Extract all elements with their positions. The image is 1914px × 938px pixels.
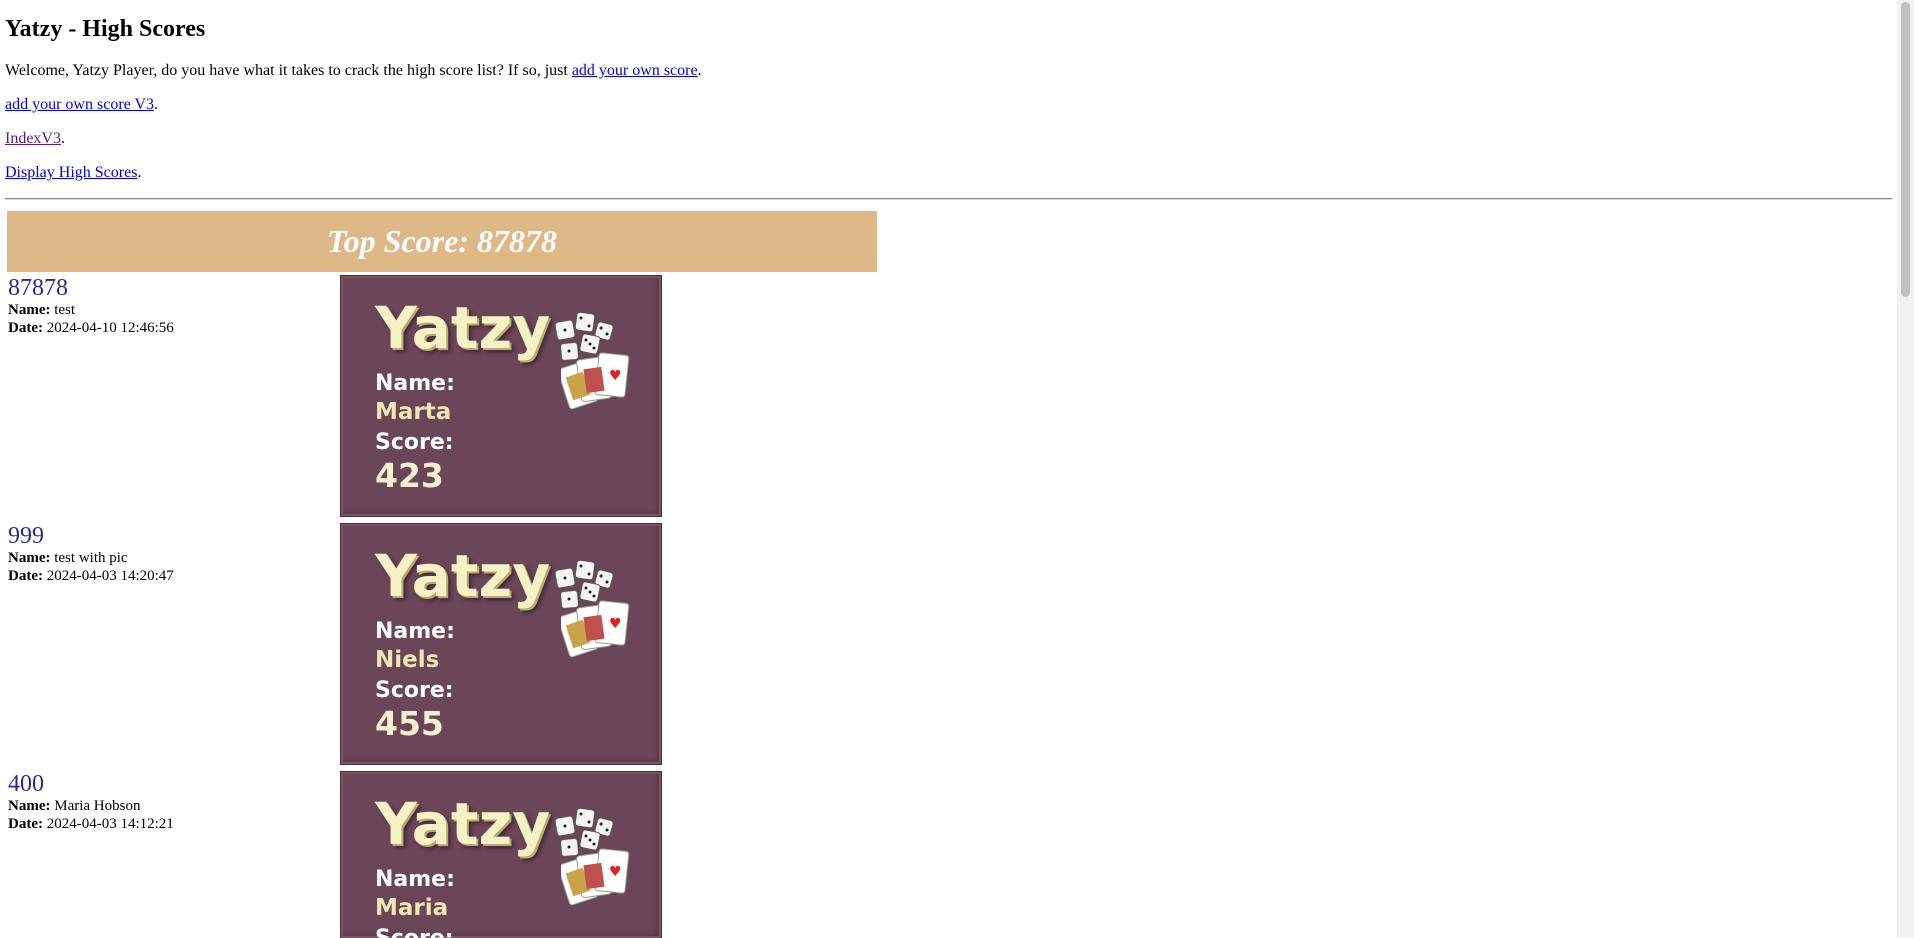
score-entry: 999 Name: test with pic Date: 2024-04-03…	[8, 523, 174, 585]
date-label: Date:	[8, 816, 43, 832]
name-label: Name:	[8, 550, 51, 566]
card-name-value: Marta	[375, 399, 452, 425]
add-score-link[interactable]: add your own score	[572, 62, 698, 79]
entry-score: 999	[8, 523, 44, 549]
entry-name-row: Name: test with pic	[8, 549, 174, 567]
svg-text:♥: ♥	[609, 368, 622, 384]
entry-score: 87878	[8, 275, 68, 301]
entry-name-row: Name: Maria Hobson	[8, 797, 174, 815]
yatzy-logo: Yatzy	[375, 294, 551, 362]
period: .	[137, 164, 142, 181]
index-v3-link[interactable]: IndexV3	[5, 130, 61, 147]
welcome-text: Welcome, Yatzy Player, do you have what …	[5, 62, 572, 79]
svg-text:♥: ♥	[609, 616, 622, 632]
date-label: Date:	[8, 568, 43, 584]
date-label: Date:	[8, 320, 43, 336]
top-score-banner: Top Score: 87878	[7, 211, 877, 272]
period: .	[154, 96, 159, 113]
card-name-label: Name:	[375, 867, 455, 892]
add-score-v3-paragraph: add your own score V3.	[5, 95, 158, 115]
display-high-scores-paragraph: Display High Scores.	[5, 163, 141, 183]
card-name-value: Niels	[375, 647, 440, 673]
page-title: Yatzy - High Scores	[5, 16, 206, 42]
period: .	[697, 62, 702, 79]
add-score-v3-link[interactable]: add your own score V3	[5, 96, 154, 113]
vertical-scrollbar[interactable]	[1897, 0, 1914, 937]
score-card-image: Yatzy ♥ Name:	[340, 771, 662, 938]
score-entry: 400 Name: Maria Hobson Date: 2024-04-03 …	[8, 771, 174, 833]
playing-cards-icon: ♥	[561, 600, 630, 658]
score-entry: 87878 Name: test Date: 2024-04-10 12:46:…	[8, 275, 174, 337]
index-v3-paragraph: IndexV3.	[5, 129, 65, 149]
entry-date-row: Date: 2024-04-10 12:46:56	[8, 319, 174, 337]
scrollbar-thumb[interactable]	[1901, 2, 1910, 297]
period: .	[60, 130, 65, 147]
welcome-paragraph: Welcome, Yatzy Player, do you have what …	[5, 61, 702, 81]
playing-cards-icon: ♥	[561, 352, 630, 410]
card-score-value: 455	[375, 704, 444, 743]
entry-name: Maria Hobson	[54, 798, 141, 814]
score-card-image: Yatzy ♥ Name:	[340, 275, 662, 517]
card-score-label: Score:	[375, 926, 454, 938]
card-name-label: Name:	[375, 371, 455, 396]
page: Yatzy - High Scores Welcome, Yatzy Playe…	[5, 0, 1892, 938]
playing-cards-icon: ♥	[561, 848, 630, 906]
divider	[5, 198, 1892, 200]
yatzy-logo: Yatzy	[375, 542, 551, 610]
card-name-value: Maria	[375, 895, 449, 921]
score-card-image: Yatzy ♥ Name:	[340, 523, 662, 765]
entry-score: 400	[8, 771, 44, 797]
name-label: Name:	[8, 798, 51, 814]
entry-date-row: Date: 2024-04-03 14:20:47	[8, 567, 174, 585]
entry-date: 2024-04-10 12:46:56	[46, 320, 174, 336]
entry-date-row: Date: 2024-04-03 14:12:21	[8, 815, 174, 833]
entry-name: test with pic	[54, 550, 128, 566]
svg-text:♥: ♥	[609, 864, 622, 880]
card-name-label: Name:	[375, 619, 455, 644]
card-score-value: 423	[375, 456, 444, 495]
entry-date: 2024-04-03 14:20:47	[46, 568, 174, 584]
yatzy-logo: Yatzy	[375, 790, 551, 858]
card-score-label: Score:	[375, 678, 454, 703]
display-high-scores-link[interactable]: Display High Scores	[5, 164, 137, 181]
entry-name-row: Name: test	[8, 301, 174, 319]
name-label: Name:	[8, 302, 51, 318]
entry-date: 2024-04-03 14:12:21	[46, 816, 174, 832]
entry-name: test	[54, 302, 76, 318]
card-score-label: Score:	[375, 430, 454, 455]
